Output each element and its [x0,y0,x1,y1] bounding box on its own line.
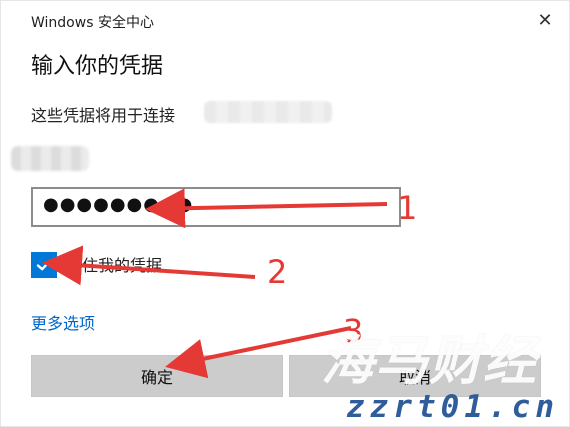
ok-button[interactable]: 确定 [31,355,283,397]
window-title: Windows 安全中心 [31,15,154,31]
page-title: 输入你的凭据 [31,54,164,79]
watermark-site: zzrt01.cn [346,389,559,425]
password-field[interactable]: ●●●●●●●●● [31,187,401,227]
connect-description: 这些凭据将用于连接 [31,106,176,125]
blurred-user-name [11,146,89,171]
remember-credentials-label: 记住我的凭据 [66,256,163,275]
titlebar: Windows 安全中心 ✕ [1,1,569,41]
blurred-target-name [204,101,332,123]
password-value: ●●●●●●●●● [43,194,194,215]
watermark-main: 海马财经 [321,331,537,392]
close-icon[interactable]: ✕ [533,9,557,33]
annotation-number-2: 2 [267,253,287,291]
remember-credentials-checkbox[interactable] [31,252,57,278]
more-options-link[interactable]: 更多选项 [31,310,95,334]
check-icon [36,259,52,271]
credentials-dialog: Windows 安全中心 ✕ 输入你的凭据 这些凭据将用于连接 ●●●●●●●●… [0,0,570,427]
